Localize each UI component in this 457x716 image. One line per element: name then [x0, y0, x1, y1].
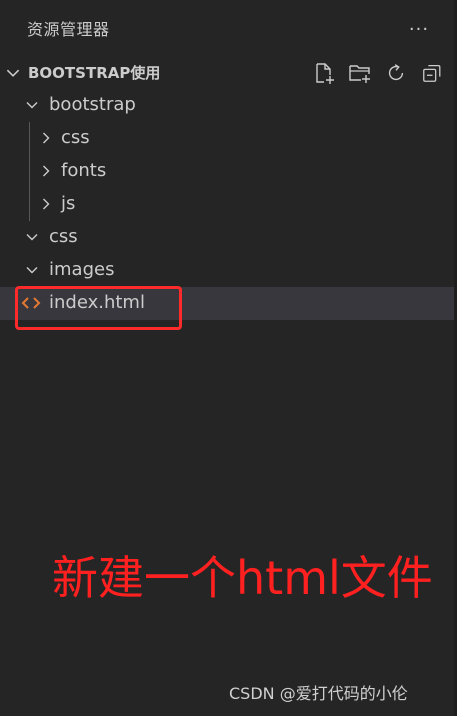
workspace-name: BOOTSTRAP使用 — [28, 64, 161, 82]
watermark: CSDN @爱打代码的小伦 — [229, 684, 408, 703]
chevron-right-icon — [38, 163, 54, 179]
tree-item-images[interactable]: images — [0, 254, 454, 287]
chevron-right-icon — [38, 130, 54, 146]
highlight-box — [15, 286, 182, 330]
workspace-section-header[interactable]: BOOTSTRAP使用 — [0, 58, 454, 88]
more-actions-button[interactable]: ··· — [404, 14, 434, 44]
tree-item-label: js — [61, 193, 76, 214]
section-toolbar — [310, 60, 446, 86]
chevron-down-icon — [24, 229, 40, 245]
tree-item-fonts[interactable]: fonts — [0, 155, 454, 188]
explorer-title: 资源管理器 — [27, 20, 110, 39]
explorer-panel: 资源管理器 ··· BOOTSTRAP使用 bootstrap css font… — [0, 0, 454, 716]
tree-item-css-root[interactable]: css — [0, 221, 454, 254]
tree-item-css[interactable]: css — [0, 122, 454, 155]
chevron-down-icon — [24, 262, 40, 278]
tree-item-label: fonts — [61, 160, 107, 181]
new-folder-icon[interactable] — [346, 60, 374, 86]
refresh-icon[interactable] — [382, 60, 410, 86]
tree-item-label: images — [49, 259, 115, 280]
chevron-down-icon — [24, 97, 40, 113]
new-file-icon[interactable] — [310, 60, 338, 86]
tree-item-label: bootstrap — [49, 94, 136, 115]
collapse-all-icon[interactable] — [418, 60, 446, 86]
tree-item-label: css — [49, 226, 78, 247]
chevron-down-icon — [4, 64, 22, 82]
chevron-right-icon — [38, 196, 54, 212]
tree-item-js[interactable]: js — [0, 188, 454, 221]
annotation-text: 新建一个html文件 — [52, 551, 433, 605]
tree-item-label: css — [61, 127, 90, 148]
tree-item-bootstrap[interactable]: bootstrap — [0, 89, 454, 122]
